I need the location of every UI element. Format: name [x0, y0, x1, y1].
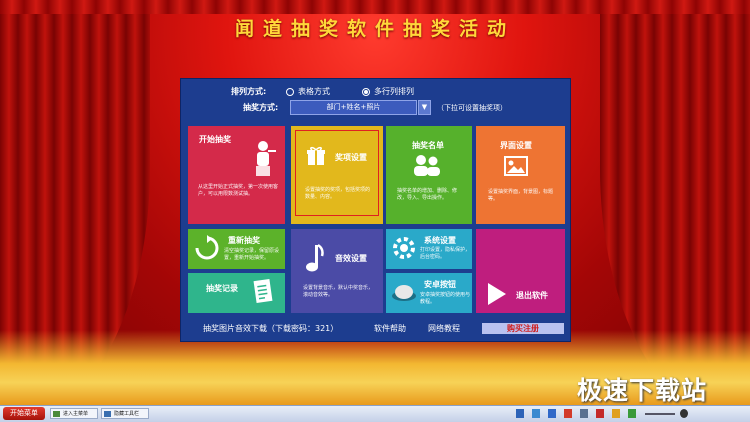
tray-shield-icon[interactable]	[532, 409, 540, 418]
tray-media-icon[interactable]	[596, 409, 604, 418]
help-link[interactable]: 软件帮助	[374, 323, 406, 334]
refresh-icon	[195, 235, 219, 260]
site-watermark: 极速下载站	[577, 376, 708, 405]
gift-icon	[307, 146, 325, 165]
sound-settings-tile[interactable]: 音效设置 设置背景音乐，默认中奖音乐，滚动音效等。	[291, 229, 383, 313]
curtain-valance	[0, 0, 750, 14]
tray-network-icon[interactable]	[516, 409, 524, 418]
mode-row: 抽奖方式: 部门+姓名+照片 ▼ （下拉可设置抽奖项）	[243, 100, 507, 115]
taskbar: 开始菜单 进入主菜单 隐藏工具栏	[0, 405, 750, 422]
radio-selected-icon[interactable]	[362, 87, 370, 96]
ui-settings-tile[interactable]: 界面设置 设置抽奖界面，背景图，标题等。	[476, 126, 565, 224]
main-menu-panel: 排列方式: 表格方式 多行列排列 抽奖方式: 部门+姓名+照片 ▼ （下拉可设置…	[181, 79, 570, 341]
arrange-row: 排列方式: 表格方式 多行列排列	[231, 86, 446, 97]
prize-settings-tile[interactable]: 奖项设置 设置抽奖的奖项，包括奖项的数量、内容。	[291, 126, 383, 224]
mode-label: 抽奖方式:	[243, 103, 279, 112]
arrange-option-multi[interactable]: 多行列排列	[362, 86, 414, 97]
android-button-desc: 安卓抽奖按钮的使用与教程。	[420, 292, 471, 305]
exit-title: 退出软件	[516, 291, 548, 300]
gear-icon	[393, 237, 415, 259]
volume-icon[interactable]	[680, 409, 688, 418]
prize-settings-title: 奖项设置	[335, 153, 367, 162]
task-main-menu-label: 进入主菜单	[63, 411, 89, 417]
tutorial-link[interactable]: 网络教程	[428, 323, 460, 334]
system-settings-title: 系统设置	[424, 236, 456, 245]
volume-slider[interactable]	[645, 413, 675, 415]
redraw-title: 重新抽奖	[228, 236, 260, 245]
arrange-option-table[interactable]: 表格方式	[286, 86, 330, 97]
draw-record-tile[interactable]: 抽奖记录	[188, 273, 285, 313]
tray-cross-icon[interactable]	[548, 409, 556, 418]
tray-check-icon[interactable]	[628, 409, 636, 418]
app-title: 闻道抽奖软件抽奖活动	[234, 18, 515, 40]
mode-select[interactable]: 部门+姓名+照片	[290, 100, 417, 115]
image-icon	[504, 156, 528, 176]
system-settings-tile[interactable]: 系统设置 打印设置，隐私保护，后台密码。	[386, 229, 472, 269]
tray-flag-icon[interactable]	[612, 409, 620, 418]
download-link[interactable]: 抽奖图片音效下载（下载密码：321）	[203, 323, 338, 334]
start-draw-desc: 从这里开始正式抽奖，第一次使用客户，可以用限数测试抽。	[198, 184, 279, 197]
tray-app-icon[interactable]	[564, 409, 572, 418]
draw-list-tile[interactable]: 抽奖名单 抽奖名单的增加、删除、修改，导入、导出操作。	[386, 126, 472, 224]
draw-record-title: 抽奖记录	[206, 284, 238, 293]
draw-list-title: 抽奖名单	[412, 141, 444, 150]
app-icon	[53, 411, 60, 417]
arrange-option-table-label: 表格方式	[298, 87, 330, 96]
arrange-label: 排列方式:	[231, 87, 267, 96]
prize-settings-desc: 设置抽奖的奖项，包括奖项的数量、内容。	[305, 187, 371, 200]
start-menu-button[interactable]: 开始菜单	[3, 407, 45, 420]
round-button-icon	[392, 285, 416, 301]
radio-icon[interactable]	[286, 87, 294, 96]
system-settings-desc: 打印设置，隐私保护，后台密码。	[420, 247, 471, 260]
redraw-desc: 清空抽奖记录，保留原设置，重新开始抽奖。	[224, 248, 280, 261]
task-main-menu[interactable]: 进入主菜单	[50, 408, 98, 419]
sound-settings-title: 音效设置	[335, 254, 367, 263]
document-list-icon	[253, 279, 273, 304]
start-draw-title: 开始抽奖	[199, 135, 231, 144]
selection-frame	[295, 130, 379, 216]
android-button-title: 安卓按钮	[424, 280, 456, 289]
android-button-tile[interactable]: 安卓按钮 安卓抽奖按钮的使用与教程。	[386, 273, 472, 313]
redraw-tile[interactable]: 重新抽奖 清空抽奖记录，保留原设置，重新开始抽奖。	[188, 229, 285, 269]
start-draw-tile[interactable]: 开始抽奖 从这里开始正式抽奖，第一次使用客户，可以用限数测试抽。	[188, 126, 285, 224]
presenter-icon	[256, 141, 276, 176]
music-note-icon	[306, 243, 324, 272]
ui-settings-desc: 设置抽奖界面，背景图，标题等。	[488, 189, 554, 202]
app-icon	[104, 411, 111, 417]
chevron-down-icon[interactable]: ▼	[418, 100, 431, 115]
tray-monitor-icon[interactable]	[580, 409, 588, 418]
sound-settings-desc: 设置背景音乐，默认中奖音乐，滚动音效等。	[303, 285, 374, 298]
play-icon	[488, 283, 506, 305]
task-hide-toolbar[interactable]: 隐藏工具栏	[101, 408, 149, 419]
buy-register-button[interactable]: 购买注册	[482, 323, 564, 334]
users-icon	[414, 155, 440, 176]
arrange-option-multi-label: 多行列排列	[374, 87, 414, 96]
task-hide-toolbar-label: 隐藏工具栏	[114, 411, 140, 417]
exit-tile[interactable]: 退出软件	[476, 229, 565, 313]
mode-hint: （下拉可设置抽奖项）	[437, 103, 507, 112]
ui-settings-title: 界面设置	[500, 141, 532, 150]
draw-list-desc: 抽奖名单的增加、删除、修改，导入、导出操作。	[397, 188, 458, 201]
